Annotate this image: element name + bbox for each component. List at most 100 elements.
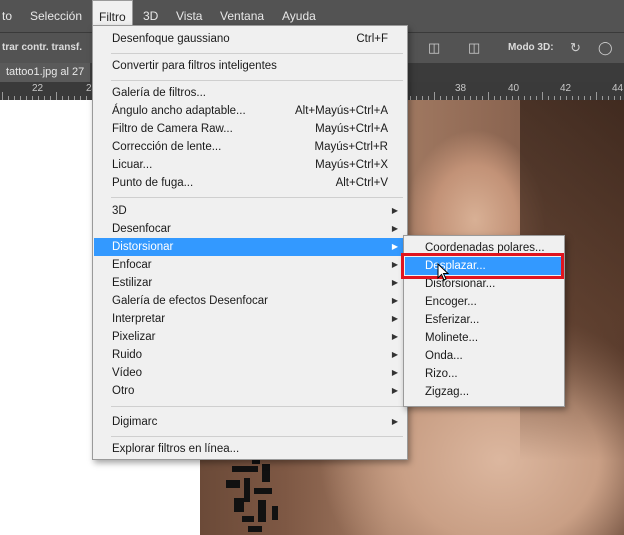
menu-separator: [111, 80, 403, 81]
document-tab[interactable]: tattoo1.jpg al 27: [0, 63, 91, 82]
menu-item-distort[interactable]: Distorsionar ▶: [94, 238, 406, 256]
menu-item-shortcut: Alt+Mayús+Ctrl+A: [295, 105, 388, 117]
menu-item-label: Estilizar: [112, 277, 153, 289]
ruler-tick: [488, 92, 489, 100]
menu-item-liquify[interactable]: Licuar... Mayús+Ctrl+X: [94, 156, 406, 174]
rotate-3d-icon[interactable]: ↻: [570, 40, 581, 56]
menu-item-label: Convertir para filtros inteligentes: [112, 60, 277, 72]
highlight-annotation-box: [401, 253, 564, 279]
menu-item-label: Punto de fuga...: [112, 177, 194, 189]
submenu-item-label: Esferizar...: [425, 314, 480, 326]
ruler-label: 38: [455, 83, 467, 94]
menu-item-label: Filtro de Camera Raw...: [112, 123, 233, 135]
menu-item-shortcut: Mayús+Ctrl+R: [314, 141, 389, 153]
menu-item-noise[interactable]: Ruido ▶: [94, 346, 406, 364]
submenu-arrow-icon: ▶: [391, 242, 398, 251]
menu-item-camera-raw[interactable]: Filtro de Camera Raw... Mayús+Ctrl+A: [94, 120, 406, 138]
menu-item-render[interactable]: Interpretar ▶: [94, 310, 406, 328]
submenu-arrow-icon: ▶: [391, 332, 398, 341]
menu-item-label: Licuar...: [112, 159, 153, 171]
submenu-item-label: Onda...: [425, 350, 463, 362]
menu-item-label: Explorar filtros en línea...: [112, 443, 240, 455]
filter-menu-dropdown: Desenfoque gaussiano Ctrl+F Convertir par…: [92, 25, 408, 460]
submenu-arrow-icon: ▶: [391, 224, 398, 233]
menu-separator: [111, 406, 403, 407]
menu-item-blur-gallery[interactable]: Galería de efectos Desenfocar ▶: [94, 292, 406, 310]
menu-item-digimarc[interactable]: Digimarc ▶: [94, 413, 406, 431]
menu-item-browse-filters-online[interactable]: Explorar filtros en línea...: [94, 440, 406, 458]
menu-item-sharpen[interactable]: Enfocar ▶: [94, 256, 406, 274]
distribute-icon[interactable]: ◫: [428, 40, 440, 56]
menu-item-vanishing-point[interactable]: Punto de fuga... Alt+Ctrl+V: [94, 174, 406, 192]
submenu-arrow-icon: ▶: [391, 386, 398, 395]
menu-item-convert-smart-filters[interactable]: Convertir para filtros inteligentes: [94, 57, 406, 75]
roll-3d-icon[interactable]: ◯: [598, 40, 613, 56]
submenu-arrow-icon: ▶: [391, 314, 398, 323]
submenu-item-spherize[interactable]: Esferizar...: [405, 311, 563, 329]
ruler-label: 40: [508, 83, 520, 94]
submenu-item-label: Molinete...: [425, 332, 479, 344]
menu-item-stylize[interactable]: Estilizar ▶: [94, 274, 406, 292]
submenu-item-twirl[interactable]: Molinete...: [405, 329, 563, 347]
submenu-item-wave[interactable]: Onda...: [405, 347, 563, 365]
mode-3d-label: Modo 3D:: [508, 42, 554, 53]
submenu-item-label: Encoger...: [425, 296, 477, 308]
ruler-tick: [56, 92, 57, 100]
menu-item-shortcut: Mayús+Ctrl+A: [315, 123, 388, 135]
submenu-item-ripple[interactable]: Rizo...: [405, 365, 563, 383]
menu-item-pixelate[interactable]: Pixelizar ▶: [94, 328, 406, 346]
menu-item-other[interactable]: Otro ▶: [94, 382, 406, 400]
menu-item-label: Interpretar: [112, 313, 166, 325]
menu-item-label: Otro: [112, 385, 135, 397]
ruler-label: 42: [560, 83, 572, 94]
submenu-item-label: Zigzag...: [425, 386, 470, 398]
menu-separator: [111, 197, 403, 198]
submenu-arrow-icon: ▶: [391, 260, 398, 269]
submenu-arrow-icon: ▶: [391, 417, 398, 426]
ruler-tick: [596, 92, 597, 100]
menu-item-label: Ángulo ancho adaptable...: [112, 105, 246, 117]
menu-item-label: Galería de filtros...: [112, 87, 206, 99]
menu-item-label: Desenfocar: [112, 223, 171, 235]
menu-item-shortcut: Mayús+Ctrl+X: [315, 159, 388, 171]
menu-edit[interactable]: to: [0, 0, 18, 32]
menu-item-shortcut: Alt+Ctrl+V: [335, 177, 388, 189]
ruler-tick: [434, 92, 435, 100]
mouse-pointer-icon: [437, 263, 449, 281]
menu-item-adaptive-wide-angle[interactable]: Ángulo ancho adaptable... Alt+Mayús+Ctrl+…: [94, 102, 406, 120]
submenu-item-label: Rizo...: [425, 368, 458, 380]
show-transform-controls-label[interactable]: trar contr. transf.: [2, 33, 82, 63]
submenu-item-zigzag[interactable]: Zigzag...: [405, 383, 563, 401]
submenu-arrow-icon: ▶: [391, 368, 398, 377]
menu-item-label: Distorsionar: [112, 241, 174, 253]
submenu-arrow-icon: ▶: [391, 350, 398, 359]
menu-separator: [111, 53, 403, 54]
ruler-label: 44: [612, 83, 624, 94]
menu-item-label: 3D: [112, 205, 127, 217]
ruler-label: 22: [32, 83, 44, 94]
submenu-arrow-icon: ▶: [391, 278, 398, 287]
menu-item-filter-gallery[interactable]: Galería de filtros...: [94, 84, 406, 102]
menu-item-label: Digimarc: [112, 416, 158, 428]
menu-select[interactable]: Selección: [24, 0, 88, 32]
menu-item-shortcut: Ctrl+F: [356, 33, 388, 45]
menu-item-3d[interactable]: 3D ▶: [94, 202, 406, 220]
submenu-item-pinch[interactable]: Encoger...: [405, 293, 563, 311]
menu-item-lens-correction[interactable]: Corrección de lente... Mayús+Ctrl+R: [94, 138, 406, 156]
submenu-arrow-icon: ▶: [391, 206, 398, 215]
submenu-arrow-icon: ▶: [391, 296, 398, 305]
menu-item-gaussian-blur[interactable]: Desenfoque gaussiano Ctrl+F: [94, 30, 406, 48]
ruler-tick: [542, 92, 543, 100]
menu-item-label: Ruido: [112, 349, 143, 361]
menu-item-video[interactable]: Vídeo ▶: [94, 364, 406, 382]
menu-item-label: Galería de efectos Desenfocar: [112, 295, 268, 307]
ruler-tick: [2, 92, 3, 100]
align-icon[interactable]: ◫: [468, 40, 480, 56]
menu-item-blur[interactable]: Desenfocar ▶: [94, 220, 406, 238]
menu-item-label: Vídeo: [112, 367, 143, 379]
menu-item-label: Enfocar: [112, 259, 152, 271]
menu-item-label: Pixelizar: [112, 331, 156, 343]
menu-item-label: Corrección de lente...: [112, 141, 222, 153]
menu-item-label: Desenfoque gaussiano: [112, 33, 230, 45]
menu-separator: [111, 436, 403, 437]
